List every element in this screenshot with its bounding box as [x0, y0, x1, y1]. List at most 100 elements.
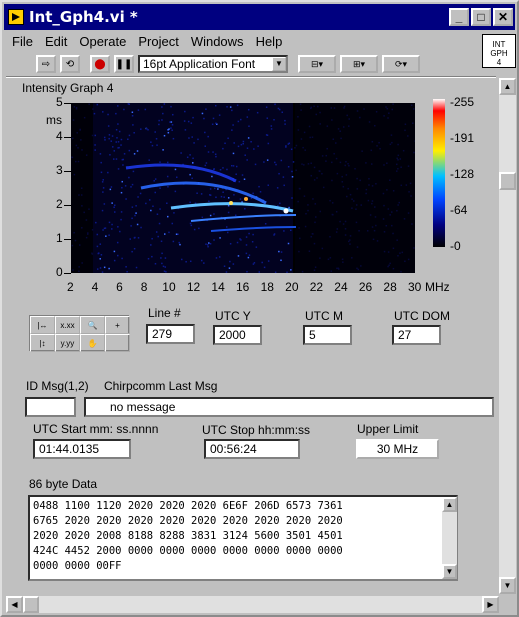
- close-button[interactable]: ✕: [493, 8, 513, 26]
- menu-project[interactable]: Project: [132, 32, 184, 52]
- run-continuously-button[interactable]: ⟲: [60, 55, 80, 73]
- utc-stop-field[interactable]: 00:56:24: [204, 439, 300, 459]
- maximize-button[interactable]: □: [471, 8, 491, 26]
- noise-pixel: [335, 142, 337, 144]
- horizontal-scroll-thumb[interactable]: [23, 596, 39, 613]
- menu-windows[interactable]: Windows: [185, 32, 250, 52]
- noise-pixel: [219, 168, 222, 171]
- byte-data-scroll-up[interactable]: ▲: [442, 497, 457, 512]
- noise-pixel: [310, 235, 313, 238]
- scale-tick-label: -128: [450, 166, 475, 181]
- noise-pixel: [356, 177, 358, 180]
- noise-pixel: [176, 176, 178, 179]
- font-selector[interactable]: 16pt Application Font ▼: [138, 55, 288, 73]
- noise-pixel: [339, 161, 342, 164]
- zoom-button[interactable]: 🔍: [80, 316, 105, 334]
- y-format-button[interactable]: y.yy: [55, 334, 80, 352]
- noise-pixel: [187, 120, 190, 123]
- utc-stop-label: UTC Stop hh:mm:ss: [202, 423, 311, 437]
- menu-operate[interactable]: Operate: [73, 32, 132, 52]
- noise-pixel: [205, 243, 207, 245]
- noise-pixel: [191, 136, 193, 138]
- noise-pixel: [368, 178, 370, 180]
- byte-data-scrollbar[interactable]: ▲ ▼: [442, 497, 457, 579]
- byte-data-scroll-down[interactable]: ▼: [442, 564, 457, 579]
- id-msg-field[interactable]: [25, 397, 76, 417]
- color-scale-bar[interactable]: [433, 99, 445, 247]
- noise-pixel: [80, 187, 83, 189]
- scroll-left-button[interactable]: ◀: [6, 596, 23, 613]
- noise-pixel: [236, 104, 239, 107]
- noise-pixel: [218, 256, 221, 258]
- noise-pixel: [103, 136, 106, 139]
- vertical-scrollbar[interactable]: ▲ ▼: [499, 78, 516, 594]
- noise-pixel: [373, 229, 376, 232]
- noise-pixel: [166, 202, 168, 205]
- title-bar[interactable]: Int_Gph4.vi * _ □ ✕: [4, 4, 515, 30]
- window-title: Int_Gph4.vi *: [29, 8, 138, 26]
- utc-y-field[interactable]: 2000: [213, 325, 262, 345]
- utc-m-field[interactable]: 5: [303, 325, 352, 345]
- minimize-button[interactable]: _: [449, 8, 469, 26]
- scroll-right-button[interactable]: ▶: [482, 596, 499, 613]
- noise-pixel: [392, 232, 394, 235]
- noise-pixel: [225, 226, 228, 228]
- noise-pixel: [340, 137, 342, 140]
- cursor-button[interactable]: +: [105, 316, 130, 334]
- noise-pixel: [177, 233, 179, 235]
- x-format-button[interactable]: x.xx: [55, 316, 80, 334]
- noise-pixel: [414, 140, 415, 142]
- pause-button[interactable]: ❚❚: [114, 55, 134, 73]
- badge-line-2: GPH: [490, 49, 508, 58]
- byte-data-textbox[interactable]: 0488 1100 1120 2020 2020 2020 6E6F 206D …: [28, 495, 458, 581]
- noise-pixel: [207, 245, 209, 248]
- noise-pixel: [208, 242, 210, 244]
- scroll-up-button[interactable]: ▲: [499, 78, 516, 95]
- utc-dom-field[interactable]: 27: [392, 325, 441, 345]
- vi-icon-badge[interactable]: INT GPH 4: [482, 34, 516, 68]
- noise-pixel: [287, 242, 290, 245]
- noise-pixel: [104, 227, 107, 229]
- intensity-plot[interactable]: [71, 103, 415, 273]
- y-autoscale-button[interactable]: |↕: [30, 334, 55, 352]
- scroll-down-button[interactable]: ▼: [499, 577, 516, 594]
- noise-pixel: [314, 203, 317, 205]
- noise-pixel: [278, 108, 281, 111]
- noise-pixel: [383, 250, 386, 253]
- horizontal-scrollbar[interactable]: ◀ ▶: [6, 596, 499, 613]
- distribute-objects-button[interactable]: ⊞▾: [340, 55, 378, 73]
- noise-pixel: [116, 241, 119, 244]
- noise-pixel: [355, 204, 358, 206]
- noise-pixel: [307, 163, 310, 165]
- noise-pixel: [111, 135, 114, 137]
- noise-pixel: [336, 267, 338, 270]
- noise-pixel: [232, 165, 235, 167]
- noise-pixel: [270, 128, 273, 130]
- noise-pixel: [388, 112, 390, 114]
- chirp-last-msg-field[interactable]: no message: [84, 397, 494, 417]
- line-number-field[interactable]: 279: [146, 324, 195, 344]
- menu-edit[interactable]: Edit: [39, 32, 73, 52]
- run-button[interactable]: ⇨: [36, 55, 56, 73]
- x-autoscale-button[interactable]: |↔: [30, 316, 55, 334]
- menu-help[interactable]: Help: [250, 32, 289, 52]
- noise-pixel: [151, 144, 154, 147]
- noise-pixel: [375, 224, 377, 227]
- abort-button[interactable]: ⬤: [90, 55, 110, 73]
- menu-file[interactable]: File: [6, 32, 39, 52]
- utc-start-field[interactable]: 01:44.0135: [33, 439, 131, 459]
- maximize-icon: □: [477, 10, 485, 24]
- noise-pixel: [360, 265, 362, 267]
- noise-pixel: [285, 146, 287, 148]
- noise-pixel: [80, 139, 82, 141]
- upper-limit-field[interactable]: 30 MHz: [356, 439, 439, 459]
- pan-button[interactable]: ✋: [80, 334, 105, 352]
- noise-pixel: [319, 210, 322, 213]
- reorder-button[interactable]: ⟳▾: [382, 55, 420, 73]
- noise-pixel: [379, 147, 381, 150]
- vertical-scroll-thumb[interactable]: [499, 172, 516, 190]
- align-objects-button[interactable]: ⊟▾: [298, 55, 336, 73]
- noise-pixel: [313, 179, 316, 181]
- noise-pixel: [104, 139, 106, 141]
- noise-pixel: [120, 218, 122, 221]
